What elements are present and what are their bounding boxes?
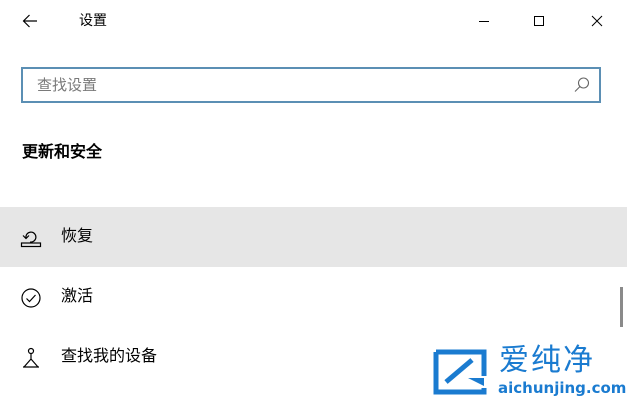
title-bar: 设置 xyxy=(0,0,627,42)
close-icon xyxy=(591,15,603,27)
search-box[interactable] xyxy=(21,67,601,103)
find-my-device-icon xyxy=(23,347,39,368)
watermark-brand: 爱纯净 xyxy=(499,343,595,378)
nav-item-label: 恢复 xyxy=(61,226,94,245)
back-arrow-icon xyxy=(22,14,37,28)
watermark-logo-icon xyxy=(433,349,487,395)
close-button[interactable] xyxy=(574,0,620,42)
settings-window: 设置 更新和安全 恢复 xyxy=(0,0,627,402)
section-title: 更新和安全 xyxy=(22,142,103,161)
nav-item-activation[interactable]: 激活 xyxy=(0,267,627,327)
search-input[interactable] xyxy=(37,69,567,101)
watermark-url: aichunjing.com xyxy=(498,379,627,397)
maximize-icon xyxy=(534,16,544,26)
activation-check-icon xyxy=(21,288,41,308)
scrollbar-thumb[interactable] xyxy=(620,287,623,327)
window-title: 设置 xyxy=(79,13,107,29)
minimize-icon xyxy=(479,21,489,22)
nav-item-recovery[interactable]: 恢复 xyxy=(0,207,627,267)
maximize-button[interactable] xyxy=(516,0,562,42)
recovery-icon xyxy=(20,231,42,248)
nav-item-label: 查找我的设备 xyxy=(61,346,158,365)
watermark-logo: 爱纯净 aichunjing.com xyxy=(426,342,627,402)
minimize-button[interactable] xyxy=(461,0,507,42)
back-button[interactable] xyxy=(8,2,52,40)
nav-item-label: 激活 xyxy=(61,286,94,305)
search-icon[interactable] xyxy=(573,76,591,94)
